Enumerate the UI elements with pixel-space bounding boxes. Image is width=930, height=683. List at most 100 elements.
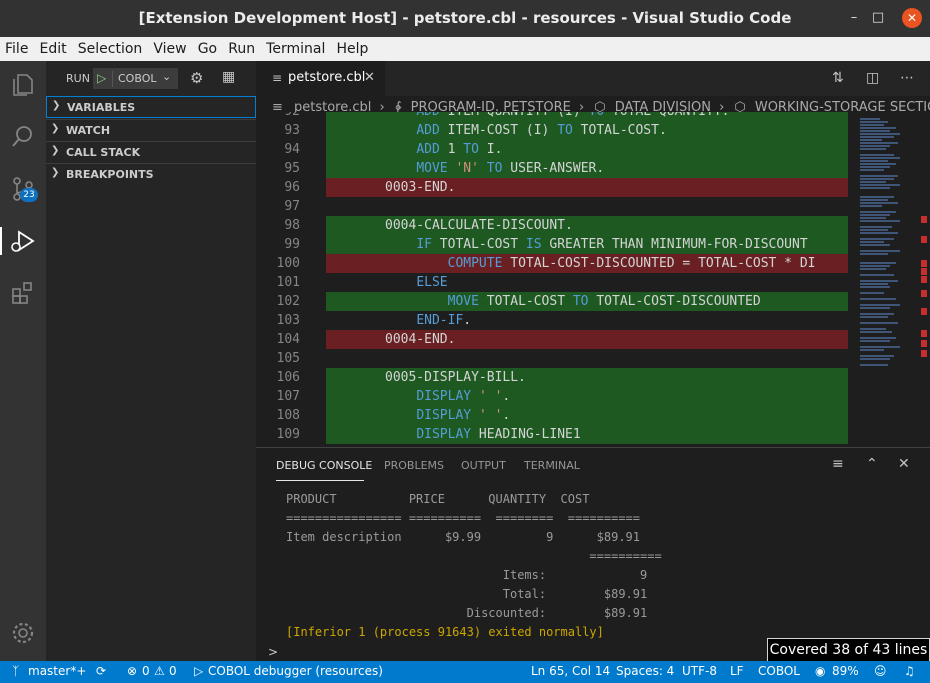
line-number: 100: [276, 256, 300, 271]
tab-problems[interactable]: PROBLEMS: [384, 459, 444, 472]
coverage-percent[interactable]: 89%: [832, 664, 859, 678]
code-line[interactable]: 103 END-IF.: [256, 311, 848, 330]
debug-console-icon[interactable]: ▦: [222, 69, 235, 85]
encoding[interactable]: UTF-8: [682, 664, 717, 678]
menu-terminal[interactable]: Terminal: [261, 37, 325, 61]
compare-changes-icon[interactable]: ⇅: [832, 70, 844, 86]
feedback-icon[interactable]: ☺: [874, 664, 887, 678]
close-tab-icon[interactable]: ✕: [364, 70, 375, 85]
maximize-button[interactable]: □: [868, 8, 888, 28]
uncovered-line-marker: [921, 340, 927, 347]
uncovered-line-marker: [921, 350, 927, 357]
minimap-line: [860, 358, 890, 360]
code-line[interactable]: 109 DISPLAY HEADING-LINE1: [256, 425, 848, 444]
debug-session[interactable]: COBOL debugger (resources): [208, 664, 383, 678]
launch-config-select[interactable]: ▷ COBOL ⌄: [93, 68, 178, 89]
split-editor-icon[interactable]: ◫: [866, 70, 879, 86]
code-line[interactable]: 102 MOVE TOTAL-COST TO TOTAL-COST-DISCOU…: [256, 292, 848, 311]
code-line[interactable]: 101 ELSE: [256, 273, 848, 292]
close-panel-icon[interactable]: ✕: [898, 456, 910, 472]
code-text: MOVE 'N' TO USER-ANSWER.: [416, 161, 605, 176]
warning-count[interactable]: 0: [169, 664, 177, 678]
section-call-stack[interactable]: ❯ CALL STACK: [46, 141, 256, 163]
minimap-line: [860, 163, 896, 165]
debug-play-icon[interactable]: ▷: [194, 664, 203, 678]
minimap-line: [860, 154, 894, 156]
active-indicator: [0, 227, 2, 255]
start-debugging-icon[interactable]: ▷: [97, 71, 106, 85]
minimap-line: [860, 355, 894, 357]
section-watch[interactable]: ❯ WATCH: [46, 119, 256, 141]
code-line[interactable]: 95 MOVE 'N' TO USER-ANSWER.: [256, 159, 848, 178]
code-line[interactable]: 96 0003-END.: [256, 178, 848, 197]
clear-console-icon[interactable]: ≡: [832, 456, 844, 472]
indentation[interactable]: Spaces: 4: [616, 664, 674, 678]
code-line[interactable]: 98 0004-CALCULATE-DISCOUNT.: [256, 216, 848, 235]
git-branch-icon[interactable]: ᛉ: [12, 664, 19, 678]
code-line[interactable]: 97: [256, 197, 848, 216]
code-line[interactable]: 108 DISPLAY ' '.: [256, 406, 848, 425]
code-line[interactable]: 92 ADD ITEM-QUANTITY (I) TO TOTAL-QUANTI…: [256, 112, 848, 121]
manage-gear-icon[interactable]: [9, 619, 37, 647]
code-line[interactable]: 107 DISPLAY ' '.: [256, 387, 848, 406]
coverage-eye-icon[interactable]: ◉: [815, 664, 825, 678]
code-line[interactable]: 106 0005-DISPLAY-BILL.: [256, 368, 848, 387]
warning-icon[interactable]: ⚠: [154, 664, 165, 678]
minimap-line: [860, 322, 898, 324]
settings-gear-icon[interactable]: ⚙: [190, 69, 203, 87]
code-text: END-IF.: [416, 313, 472, 328]
minimap-line: [860, 244, 890, 246]
status-bar: ᛉ master*+ ⟳ ⊗ 0 ⚠ 0 ▷ COBOL debugger (r…: [0, 661, 930, 683]
menu-selection[interactable]: Selection: [73, 37, 143, 61]
menu-view[interactable]: View: [148, 37, 186, 61]
language-mode[interactable]: COBOL: [758, 664, 800, 678]
menu-run[interactable]: Run: [223, 37, 255, 61]
code-line[interactable]: 93 ADD ITEM-COST (I) TO TOTAL-COST.: [256, 121, 848, 140]
line-number: 95: [284, 161, 300, 176]
search-icon[interactable]: [9, 123, 37, 151]
close-window-button[interactable]: ✕: [902, 8, 922, 28]
menu-help[interactable]: Help: [331, 37, 368, 61]
tab-petstore[interactable]: ≡ petstore.cbl ✕: [256, 61, 385, 96]
code-line[interactable]: 105: [256, 349, 848, 368]
sync-icon[interactable]: ⟳: [96, 664, 106, 678]
extensions-icon[interactable]: [9, 279, 37, 307]
line-number: 102: [276, 294, 300, 309]
section-breakpoints[interactable]: ❯ BREAKPOINTS: [46, 163, 256, 185]
error-icon[interactable]: ⊗: [127, 664, 137, 678]
code-text: ADD 1 TO I.: [416, 142, 503, 157]
error-count[interactable]: 0: [142, 664, 150, 678]
minimap[interactable]: [848, 112, 930, 447]
tab-output[interactable]: OUTPUT: [461, 459, 506, 472]
menu-go[interactable]: Go: [193, 37, 217, 61]
git-branch[interactable]: master*+: [28, 664, 86, 678]
minimap-line: [860, 187, 890, 189]
line-ending[interactable]: LF: [730, 664, 744, 678]
line-number: 105: [276, 351, 300, 366]
tab-terminal[interactable]: TERMINAL: [524, 459, 580, 472]
minimap-line: [860, 340, 890, 342]
minimap-line: [860, 298, 896, 300]
active-tab-underline: [276, 480, 364, 481]
more-actions-icon[interactable]: ⋯: [900, 70, 914, 86]
cursor-position[interactable]: Ln 65, Col 14: [531, 664, 610, 678]
code-line[interactable]: 104 0004-END.: [256, 330, 848, 349]
menu-edit[interactable]: Edit: [35, 37, 67, 61]
tab-debug-console[interactable]: DEBUG CONSOLE: [276, 459, 372, 472]
title-bar: [Extension Development Host] - petstore.…: [0, 0, 930, 37]
code-editor[interactable]: 92 ADD ITEM-QUANTITY (I) TO TOTAL-QUANTI…: [256, 112, 848, 447]
code-line[interactable]: 94 ADD 1 TO I.: [256, 140, 848, 159]
maximize-panel-icon[interactable]: ⌃: [866, 456, 878, 472]
code-line[interactable]: 100 COMPUTE TOTAL-COST-DISCOUNTED = TOTA…: [256, 254, 848, 273]
menu-file[interactable]: File: [0, 37, 28, 61]
minimize-button[interactable]: –: [844, 8, 864, 28]
line-number: 106: [276, 370, 300, 385]
code-line[interactable]: 99 IF TOTAL-COST IS GREATER THAN MINIMUM…: [256, 235, 848, 254]
code-text: ADD ITEM-QUANTITY (I) TO TOTAL-QUANTITY.: [385, 112, 729, 121]
minimap-line: [860, 199, 888, 201]
console-prompt[interactable]: >: [268, 645, 278, 659]
notifications-bell-icon[interactable]: ♫: [904, 664, 915, 678]
section-variables[interactable]: ❯ VARIABLES: [46, 96, 256, 118]
run-debug-icon[interactable]: [9, 227, 37, 255]
explorer-icon[interactable]: [9, 71, 37, 99]
